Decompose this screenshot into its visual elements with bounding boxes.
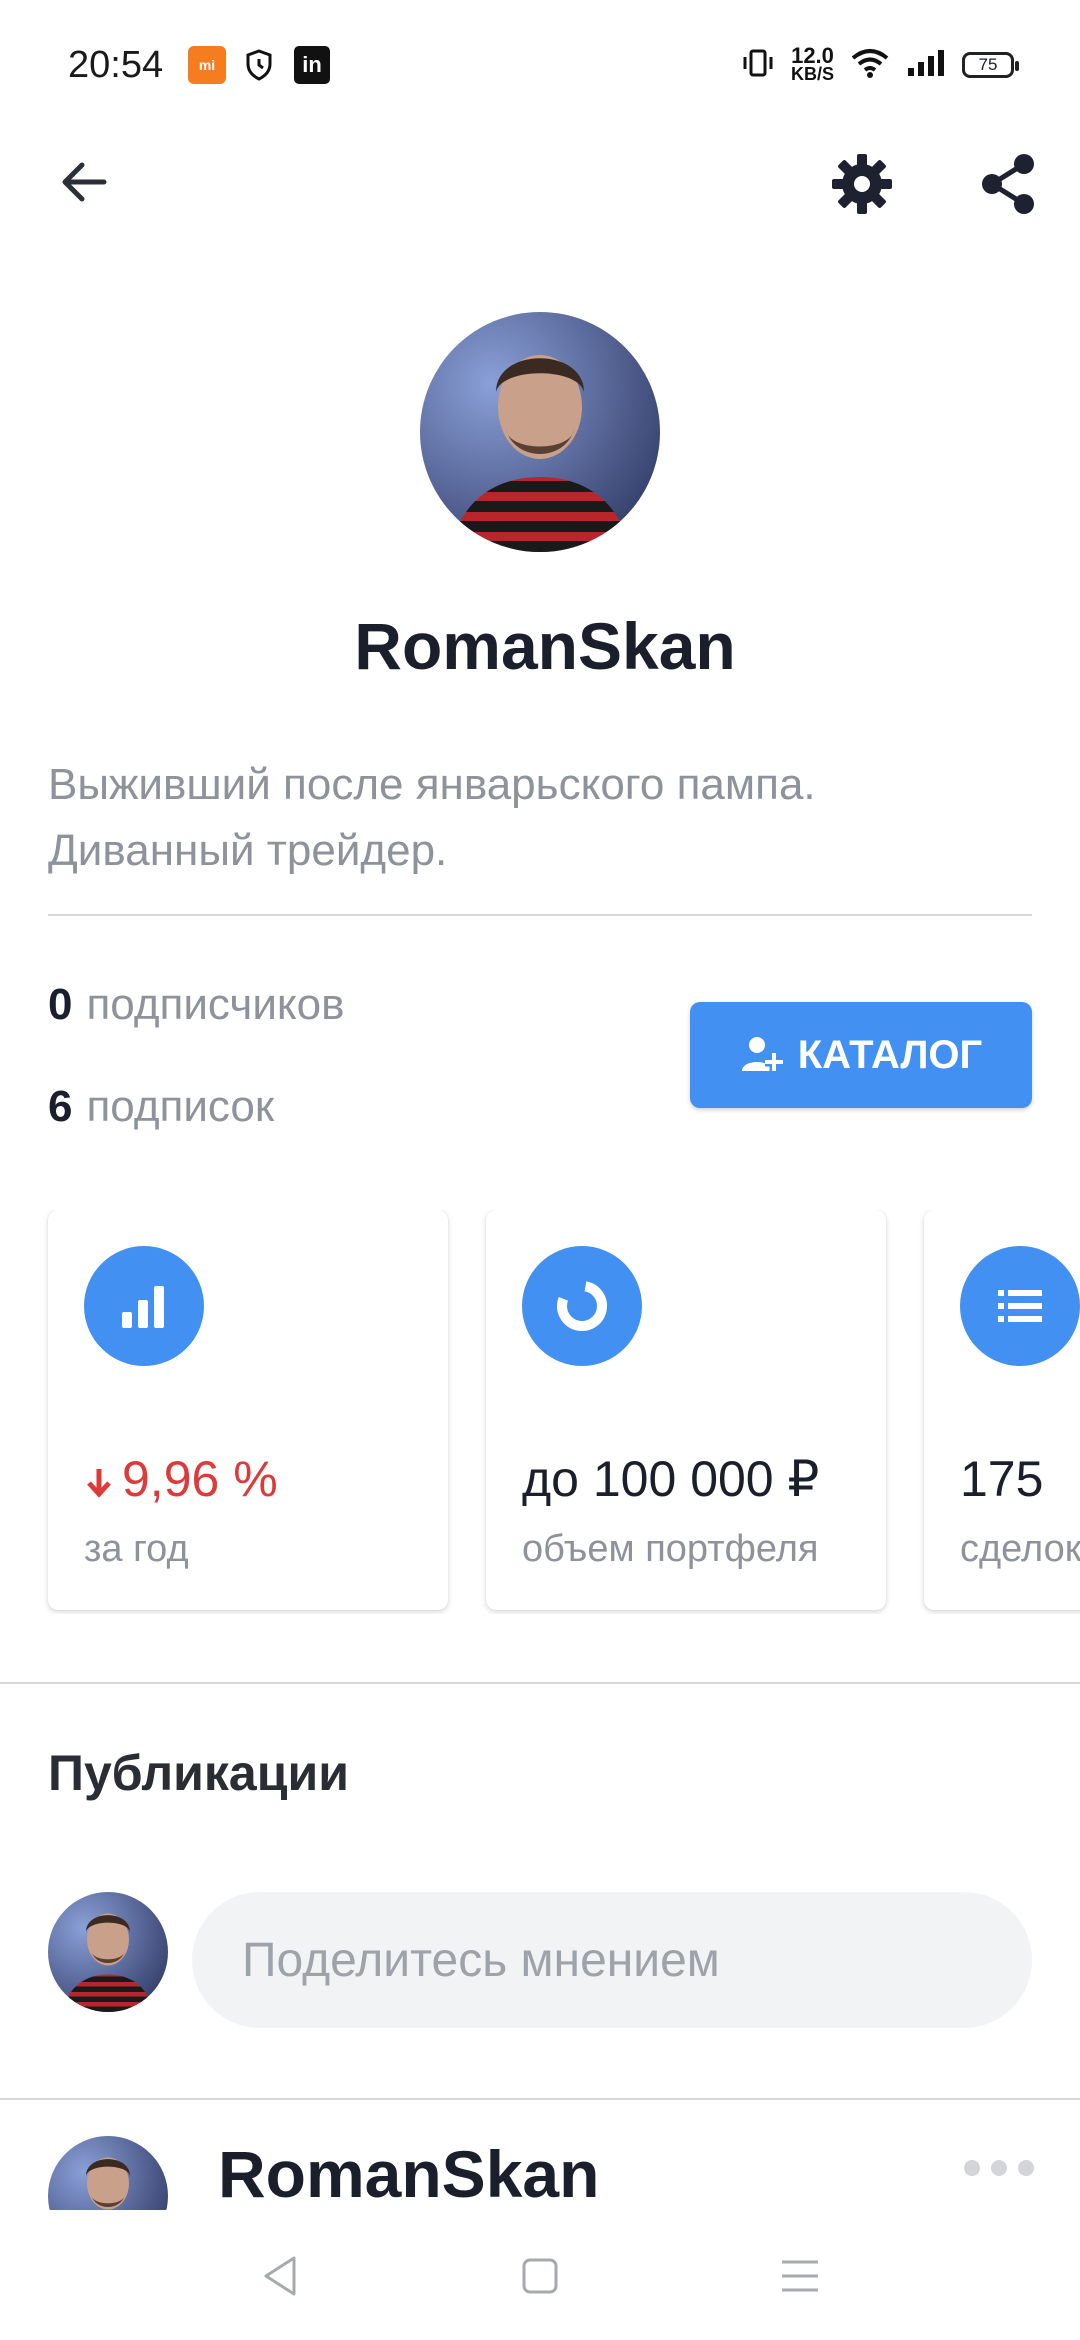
deals-card[interactable]: 175 сделок [924,1210,1080,1610]
nav-home-button[interactable] [510,2246,570,2306]
divider [0,1682,1080,1684]
divider [48,914,1032,916]
status-time: 20:54 [68,44,164,86]
catalog-button[interactable]: КАТАЛОГ [690,1002,1032,1108]
followers-count: 0 [48,980,73,1029]
composer-avatar [48,1892,168,2012]
followers-label: подписчиков [86,980,345,1029]
battery-icon: 75 [962,52,1019,78]
vibrate-icon [741,46,775,85]
subscriptions-stat[interactable]: 6 подписок [48,1082,274,1132]
nav-recents-button[interactable] [770,2246,830,2306]
profile-avatar[interactable] [420,312,660,552]
nav-back-button[interactable] [250,2246,310,2306]
signal-icon [906,48,946,83]
yield-value: 9,96 % [84,1450,278,1508]
portfolio-card[interactable]: до 100 000 ₽ объем портфеля [486,1210,886,1610]
settings-button[interactable] [826,148,898,220]
list-icon [960,1246,1080,1366]
menu-lines-icon [782,2260,818,2292]
system-nav-bar [0,2210,1080,2340]
publications-title: Публикации [48,1745,349,1801]
followers-stat[interactable]: 0 подписчиков [48,980,345,1030]
yield-label: за год [84,1528,189,1570]
add-user-icon [741,1037,783,1071]
divider [0,2098,1080,2100]
profile-bio: Выживший после январьского пампа. Диванн… [48,752,1038,884]
post-author-name[interactable]: RomanSkan [218,2136,599,2212]
catalog-label: КАТАЛОГ [797,1032,983,1077]
stats-carousel[interactable]: 9,96 % за год до 100 000 ₽ объем портфел… [0,1210,1080,1614]
mi-app-icon: mi [188,46,226,84]
donut-chart-icon [522,1246,642,1366]
share-button[interactable] [972,148,1044,220]
deals-value: 175 [960,1451,1044,1507]
triangle-back-icon [264,2256,296,2296]
more-options-icon[interactable] [964,2150,1034,2186]
linkedin-icon: in [294,46,330,84]
post-composer-input[interactable]: Поделитесь мнением [192,1892,1032,2028]
subscriptions-count: 6 [48,1082,73,1131]
square-home-icon [522,2258,558,2294]
bio-line: Выживший после январьского пампа. [48,760,816,809]
back-button[interactable] [50,148,118,216]
profile-username: RomanSkan [354,609,736,683]
wifi-icon [850,47,890,84]
status-bar: 20:54 mi in 12.0 KB/S 75 [0,0,1080,132]
network-speed: 12.0 KB/S [790,43,834,84]
deals-label: сделок [960,1528,1080,1570]
share-icon [982,154,1034,214]
arrow-down-icon [87,1468,111,1498]
shield-icon [242,46,276,84]
yield-card[interactable]: 9,96 % за год [48,1210,448,1610]
bio-line: Диванный трейдер. [48,826,448,875]
portfolio-label: объем портфеля [522,1528,819,1570]
portfolio-value: до 100 000 ₽ [522,1451,820,1507]
subscriptions-label: подписок [86,1082,275,1131]
arrow-left-icon [62,162,107,202]
app-bar [0,132,1080,232]
bar-chart-icon [84,1246,204,1366]
gear-icon [832,154,892,214]
